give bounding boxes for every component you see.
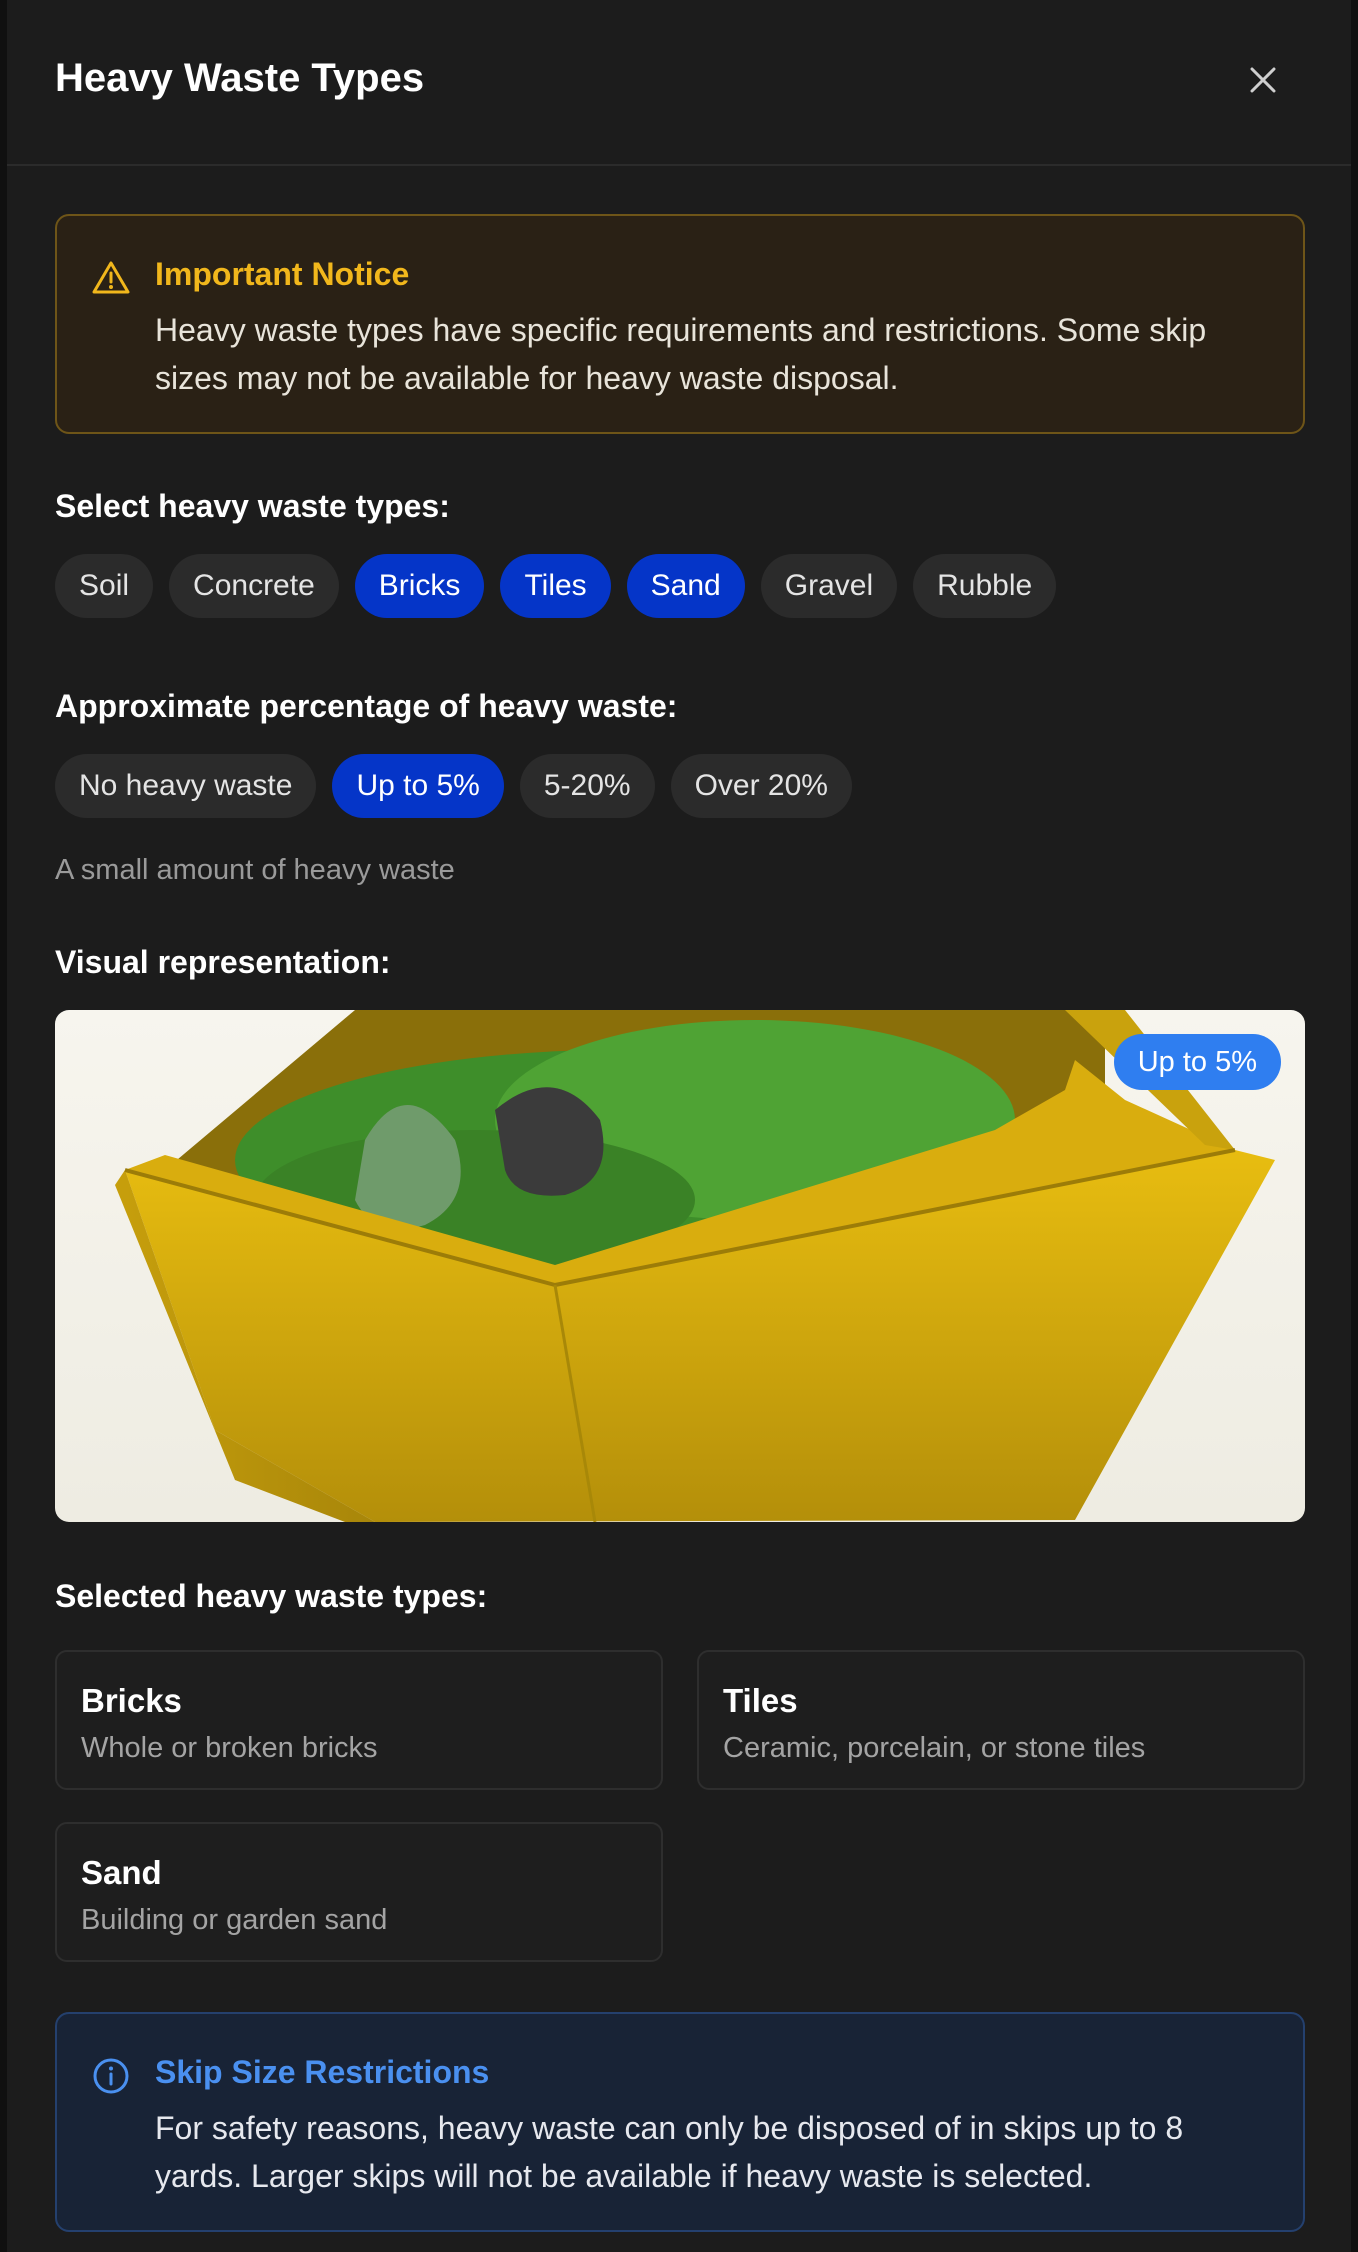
waste-type-chip-group: Soil Concrete Bricks Tiles Sand Gravel Rubble [55,554,1057,618]
restrictions-text: For safety reasons, heavy waste can only… [155,2110,1184,2194]
skip-illustration [115,1010,1275,1522]
info-circle-icon [93,2058,129,2094]
card-name: Tiles [723,1682,798,1719]
percentage-chip-over-20[interactable]: Over 20% [670,754,852,818]
card-description: Ceramic, porcelain, or stone tiles [723,1732,1146,1764]
card-description: Building or garden sand [81,1904,388,1936]
close-button[interactable] [1239,56,1287,104]
skip-size-restrictions: Skip Size Restrictions For safety reason… [55,2012,1305,2232]
waste-chip-sand[interactable]: Sand [626,554,745,618]
percentage-chip-up-to-5[interactable]: Up to 5% [332,754,504,818]
notice-title: Important Notice [155,256,410,292]
selected-types-label: Selected heavy waste types: [55,1578,488,1614]
card-name: Sand [81,1854,162,1891]
waste-chip-concrete[interactable]: Concrete [169,554,339,618]
card-description: Whole or broken bricks [81,1732,378,1764]
restrictions-title: Skip Size Restrictions [155,2054,490,2090]
selected-type-card: Bricks Whole or broken bricks [55,1650,663,1790]
skip-visual-image: Up to 5% [55,1010,1305,1522]
card-name: Bricks [81,1682,182,1719]
selected-type-card: Sand Building or garden sand [55,1822,663,1962]
waste-chip-gravel[interactable]: Gravel [760,554,898,618]
modal-header: Heavy Waste Types [7,0,1351,166]
visual-label: Visual representation: [55,944,391,980]
selected-type-card: Tiles Ceramic, porcelain, or stone tiles [697,1650,1305,1790]
percentage-chip-group: No heavy waste Up to 5% 5-20% Over 20% [55,754,852,818]
percentage-description: A small amount of heavy waste [55,854,455,886]
heavy-waste-modal: Heavy Waste Types Important Notice Heavy… [7,0,1351,2252]
warning-triangle-icon [92,261,130,294]
waste-chip-rubble[interactable]: Rubble [913,554,1057,618]
notice-text: Heavy waste types have specific requirem… [155,312,1207,396]
important-notice: Important Notice Heavy waste types have … [55,214,1305,434]
percentage-label: Approximate percentage of heavy waste: [55,688,678,724]
visual-percentage-badge: Up to 5% [1113,1034,1281,1090]
close-icon [1250,67,1276,93]
waste-chip-soil[interactable]: Soil [55,554,154,618]
percentage-chip-no-heavy-waste[interactable]: No heavy waste [55,754,317,818]
waste-types-label: Select heavy waste types: [55,488,450,524]
waste-chip-tiles[interactable]: Tiles [500,554,611,618]
modal-title: Heavy Waste Types [55,56,425,100]
percentage-chip-5-20[interactable]: 5-20% [519,754,655,818]
waste-chip-bricks[interactable]: Bricks [354,554,485,618]
